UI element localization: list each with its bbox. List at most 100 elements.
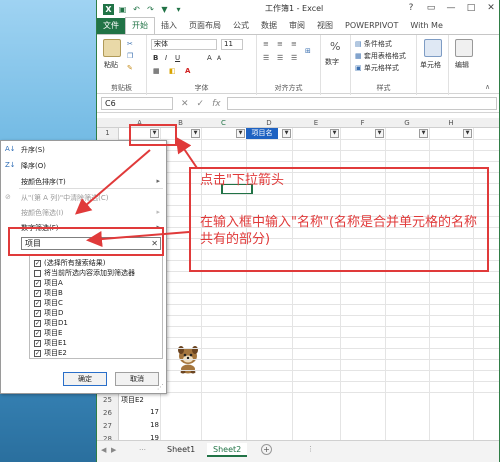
list-item[interactable]: ✓ 项目B bbox=[34, 288, 63, 298]
row-header-1[interactable]: 1 bbox=[97, 128, 119, 139]
undo-icon[interactable]: ↶ bbox=[131, 4, 142, 15]
maximize-button[interactable]: □ bbox=[461, 0, 481, 16]
font-name-combo[interactable]: 宋体 bbox=[151, 39, 217, 50]
cell-a26[interactable]: 17 bbox=[137, 408, 159, 416]
list-item[interactable]: ✓ (选择所有搜索结果) bbox=[34, 258, 105, 268]
underline-button[interactable]: U bbox=[175, 54, 180, 62]
filter-dropdown-f[interactable]: ▼ bbox=[375, 129, 384, 138]
italic-button[interactable]: I bbox=[165, 54, 167, 62]
row-header-25[interactable]: 25 bbox=[97, 394, 119, 407]
tab-review[interactable]: 审阅 bbox=[283, 18, 311, 34]
column-header-e[interactable]: E bbox=[292, 118, 340, 128]
ok-button[interactable]: 确定 bbox=[63, 372, 107, 386]
cells-label[interactable]: 单元格 bbox=[420, 60, 441, 70]
editing-label[interactable]: 编辑 bbox=[455, 60, 469, 70]
cell-a25[interactable]: 项目E2 bbox=[121, 395, 144, 405]
list-item[interactable]: 将当前所选内容添加到筛选器 bbox=[34, 268, 135, 278]
qat-customize-icon[interactable]: ▾ bbox=[173, 4, 184, 15]
menu-sort-by-color[interactable]: 按颜色排序(T) bbox=[21, 177, 66, 187]
tab-file[interactable]: 文件 bbox=[97, 18, 125, 34]
filter-icon[interactable]: ▼ bbox=[159, 4, 170, 15]
font-size-combo[interactable]: 11 bbox=[221, 39, 243, 50]
sheet-tab-sheet1[interactable]: Sheet1 bbox=[161, 443, 201, 457]
list-item[interactable]: ✓ 项目D bbox=[34, 308, 63, 318]
align-right-icon[interactable]: ☰ bbox=[291, 54, 297, 62]
ribbon-display-button[interactable]: ▭ bbox=[421, 0, 441, 16]
filter-dropdown-c[interactable]: ▼ bbox=[236, 129, 245, 138]
column-header-g[interactable]: G bbox=[385, 118, 429, 128]
filter-dropdown-e[interactable]: ▼ bbox=[330, 129, 339, 138]
list-item[interactable]: ✓ 项目E1 bbox=[34, 338, 67, 348]
filter-dropdown-b[interactable]: ▼ bbox=[191, 129, 200, 138]
row-header-26[interactable]: 26 bbox=[97, 407, 119, 420]
column-header-f[interactable]: F bbox=[340, 118, 385, 128]
name-box[interactable]: C6 bbox=[101, 97, 173, 110]
help-button[interactable]: ? bbox=[401, 0, 421, 16]
tab-with-me[interactable]: With Me bbox=[404, 18, 449, 34]
align-center-icon[interactable]: ☰ bbox=[277, 54, 283, 62]
align-bottom-icon[interactable]: ≡ bbox=[291, 40, 297, 48]
menu-sort-descending[interactable]: 降序(O) bbox=[21, 161, 46, 171]
column-header-c[interactable]: C bbox=[201, 118, 246, 128]
merged-header-cell[interactable]: 项目名 bbox=[246, 128, 278, 139]
column-header-d[interactable]: D bbox=[246, 118, 292, 128]
tab-insert[interactable]: 插入 bbox=[155, 18, 183, 34]
add-sheet-button[interactable]: + bbox=[261, 444, 272, 455]
save-icon[interactable]: ▣ bbox=[117, 4, 128, 15]
cells-icon[interactable] bbox=[424, 39, 442, 57]
sheet-overflow-icon[interactable]: … bbox=[139, 444, 146, 452]
cell-a27[interactable]: 18 bbox=[137, 421, 159, 429]
copy-icon[interactable]: ❐ bbox=[127, 52, 133, 60]
editing-icon[interactable] bbox=[455, 39, 473, 57]
cancel-button[interactable]: 取消 bbox=[115, 372, 159, 386]
shrink-font-button[interactable]: A bbox=[217, 55, 221, 62]
insert-function-icon[interactable]: fx bbox=[212, 99, 221, 109]
conditional-format-button[interactable]: ▤ 条件格式 bbox=[355, 39, 392, 49]
fill-color-icon[interactable]: ◧ bbox=[169, 67, 176, 75]
format-painter-icon[interactable]: ✎ bbox=[127, 64, 133, 72]
cell-styles-button[interactable]: ▣ 单元格样式 bbox=[355, 63, 399, 73]
formula-input[interactable] bbox=[226, 97, 497, 110]
borders-icon[interactable]: ▦ bbox=[153, 67, 160, 75]
percent-icon[interactable]: % bbox=[330, 40, 340, 53]
list-item[interactable]: ✓ 项目D1 bbox=[34, 318, 68, 328]
filter-dropdown-g[interactable]: ▼ bbox=[419, 129, 428, 138]
resize-grip-icon[interactable]: ⋰ bbox=[157, 383, 164, 391]
redo-icon[interactable]: ↷ bbox=[145, 4, 156, 15]
sheet-tab-sheet2[interactable]: Sheet2 bbox=[207, 443, 248, 457]
close-button[interactable]: ✕ bbox=[481, 0, 499, 16]
filter-dropdown-d[interactable]: ▼ bbox=[282, 129, 291, 138]
menu-sort-ascending[interactable]: 升序(S) bbox=[21, 145, 45, 155]
number-format-label[interactable]: 数字 bbox=[325, 57, 339, 67]
cut-icon[interactable]: ✂ bbox=[127, 40, 133, 48]
row-header-27[interactable]: 27 bbox=[97, 420, 119, 433]
filter-dropdown-h[interactable]: ▼ bbox=[463, 129, 472, 138]
minimize-button[interactable]: — bbox=[441, 0, 461, 16]
column-header-h[interactable]: H bbox=[429, 118, 473, 128]
sheet-scroll-icon[interactable]: ⋮ bbox=[307, 445, 314, 453]
tab-formulas[interactable]: 公式 bbox=[227, 18, 255, 34]
list-item[interactable]: ✓ 项目C bbox=[34, 298, 63, 308]
align-top-icon[interactable]: ≡ bbox=[263, 40, 269, 48]
list-item[interactable]: ✓ 项目E2 bbox=[34, 348, 67, 358]
tab-page-layout[interactable]: 页面布局 bbox=[183, 18, 227, 34]
format-as-table-button[interactable]: ▦ 套用表格格式 bbox=[355, 51, 406, 61]
cancel-formula-icon[interactable]: ✕ bbox=[181, 99, 189, 109]
select-all-corner[interactable] bbox=[97, 118, 119, 128]
merge-center-icon[interactable]: ⊞ bbox=[305, 47, 311, 55]
grow-font-button[interactable]: A bbox=[207, 54, 212, 62]
collapse-ribbon-icon[interactable]: ∧ bbox=[485, 83, 490, 91]
list-item[interactable]: ✓ 项目E bbox=[34, 328, 62, 338]
tab-powerpivot[interactable]: POWERPIVOT bbox=[339, 18, 404, 34]
scroll-right-icon[interactable]: ▶ bbox=[111, 446, 116, 454]
paste-label[interactable]: 粘贴 bbox=[104, 60, 118, 70]
scroll-left-icon[interactable]: ◀ bbox=[101, 446, 106, 454]
tab-home[interactable]: 开始 bbox=[125, 17, 155, 35]
tab-data[interactable]: 数据 bbox=[255, 18, 283, 34]
list-item[interactable]: ✓ 项目A bbox=[34, 278, 63, 288]
paste-icon[interactable] bbox=[103, 39, 121, 57]
align-middle-icon[interactable]: ≡ bbox=[277, 40, 283, 48]
enter-formula-icon[interactable]: ✓ bbox=[197, 99, 205, 109]
font-color-icon[interactable]: A bbox=[185, 67, 190, 75]
align-left-icon[interactable]: ☰ bbox=[263, 54, 269, 62]
